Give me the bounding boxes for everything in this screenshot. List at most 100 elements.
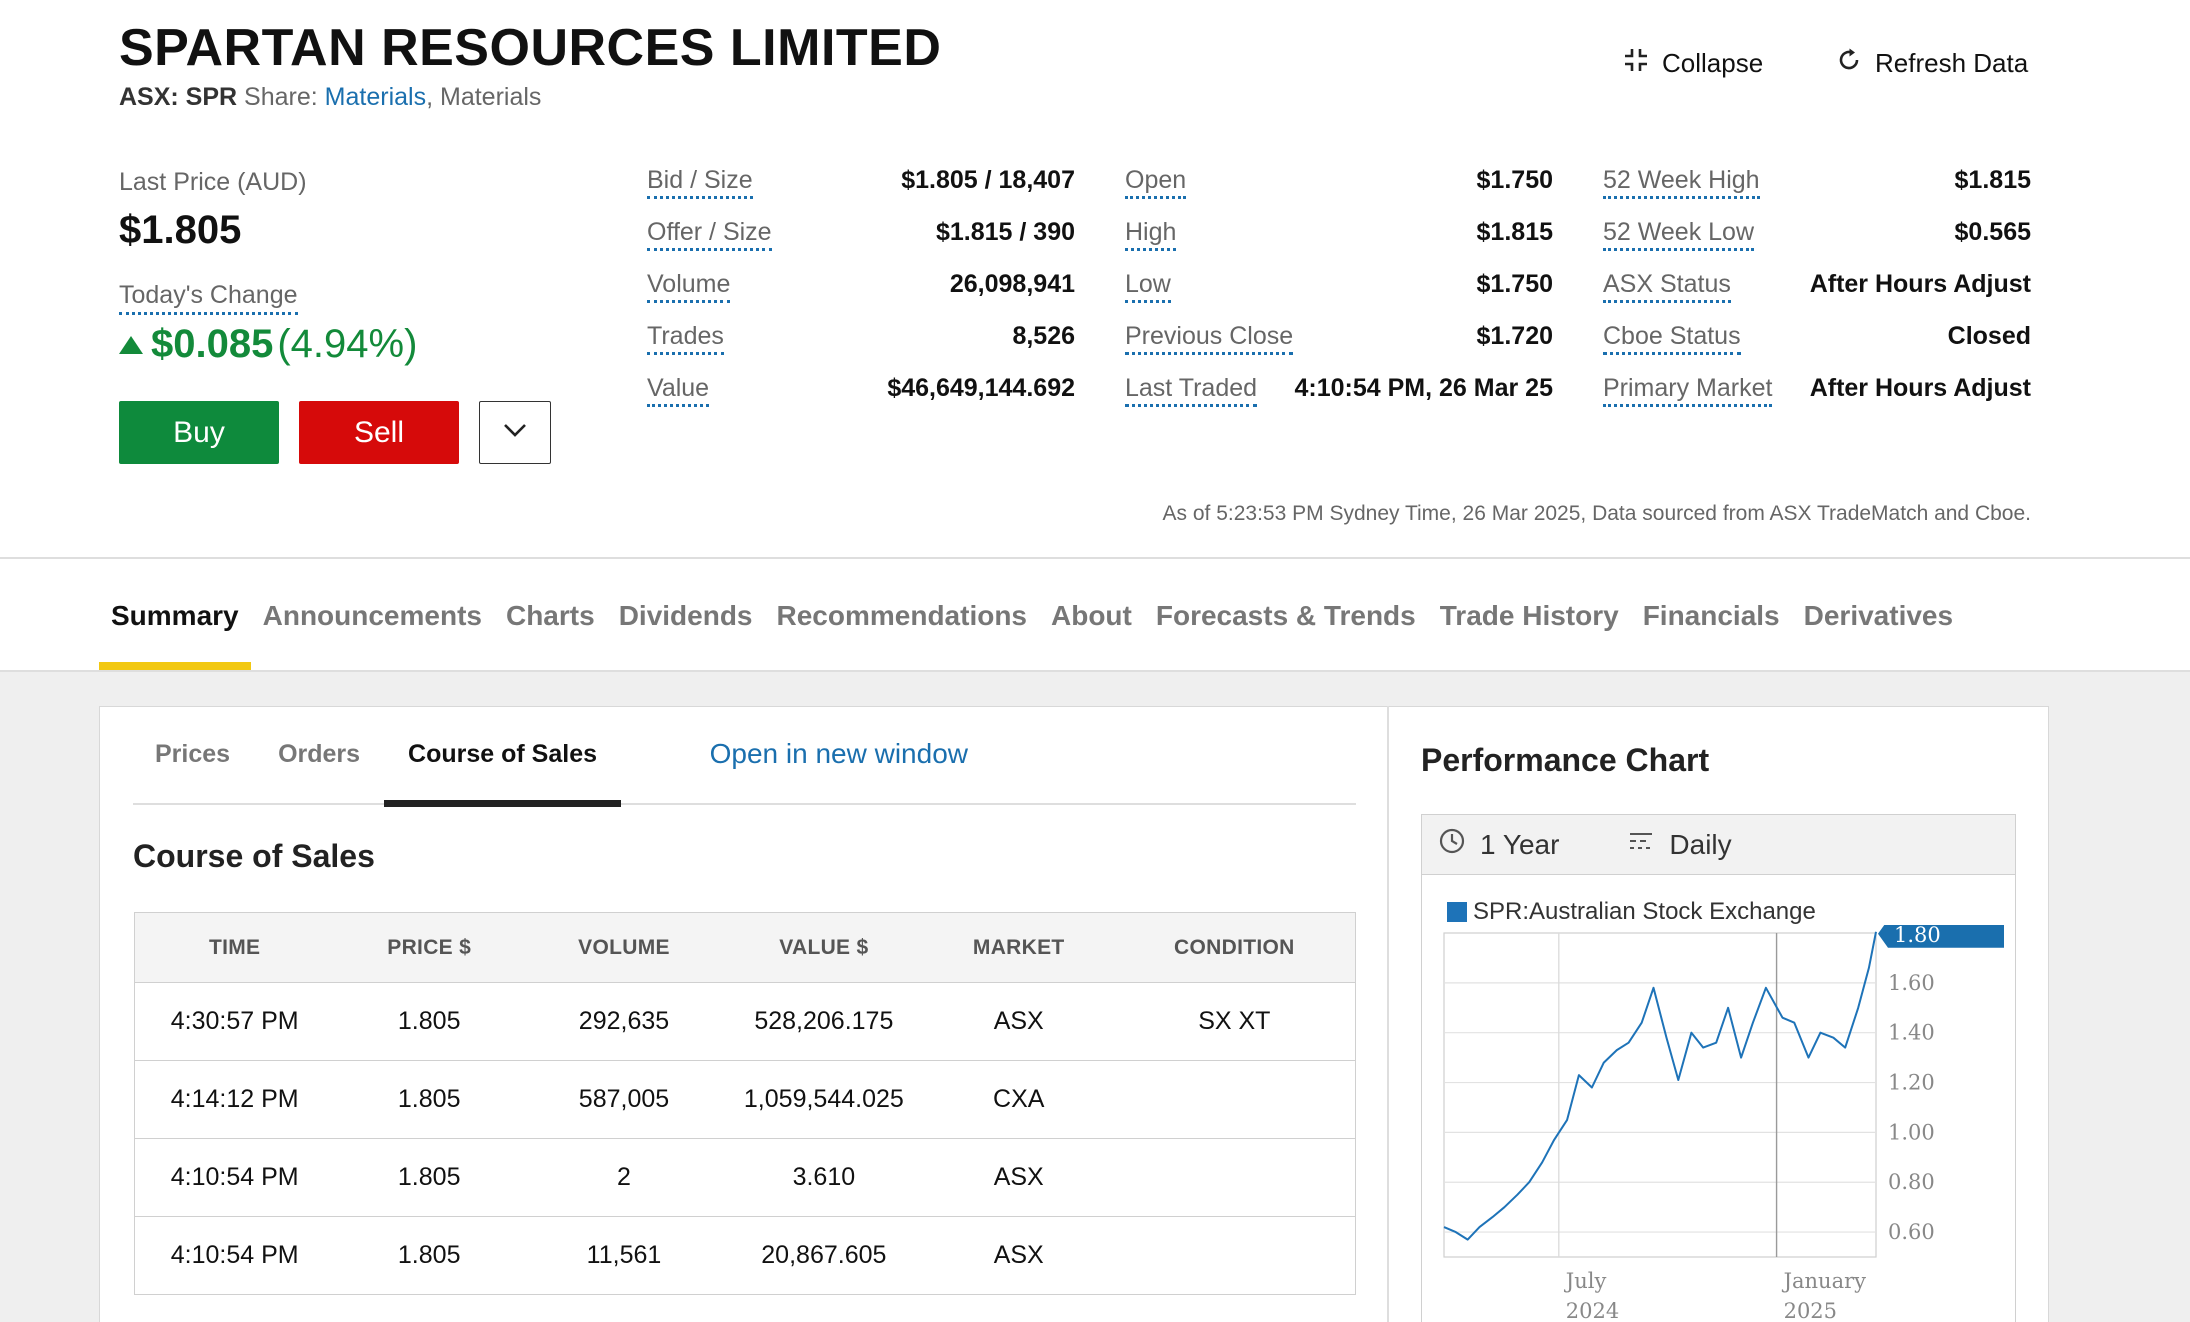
tab-derivatives[interactable]: Derivatives (1792, 580, 1965, 670)
stat-label[interactable]: Volume (647, 270, 731, 303)
x-tick-year: 2024 (1566, 1299, 1619, 1322)
cell-market: ASX (923, 982, 1114, 1061)
table-header-row: TIME PRICE $ VOLUME VALUE $ MARKET CONDI… (134, 912, 1356, 983)
stat-label[interactable]: Previous Close (1125, 322, 1294, 355)
y-tick-label: 0.80 (1888, 1170, 1935, 1194)
column-header-value[interactable]: VALUE $ (723, 912, 924, 983)
column-header-volume[interactable]: VOLUME (524, 912, 724, 983)
interval-icon (1627, 827, 1655, 862)
tab-financials[interactable]: Financials (1631, 580, 1792, 670)
tab-course-of-sales[interactable]: Course of Sales (384, 718, 621, 807)
stat-low: Low $1.750 (1125, 270, 1553, 322)
buy-button[interactable]: Buy (119, 401, 279, 464)
exchange-code: ASX: SPR (119, 83, 238, 111)
refresh-label: Refresh Data (1875, 48, 2029, 78)
stat-label[interactable]: Value (647, 374, 710, 407)
stat-label[interactable]: 52 Week High (1603, 166, 1760, 199)
table-row: 4:14:12 PM 1.805 587,005 1,059,544.025 C… (134, 1060, 1356, 1139)
column-header-condition[interactable]: CONDITION (1113, 912, 1356, 983)
performance-chart[interactable]: 0.60 0.80 1.00 1.20 1.40 1.60 July 2024 January 2… (1430, 925, 2010, 1322)
cell-market: ASX (923, 1216, 1114, 1295)
sell-button[interactable]: Sell (299, 401, 459, 464)
course-of-sales-heading: Course of Sales (133, 838, 375, 874)
stat-label[interactable]: High (1125, 218, 1177, 251)
stat-label[interactable]: Open (1125, 166, 1187, 199)
tab-trade-history[interactable]: Trade History (1428, 580, 1631, 670)
main-tab-bar: Summary Announcements Charts Dividends R… (99, 580, 1965, 670)
cell-time: 4:14:12 PM (134, 1060, 335, 1139)
stat-last-traded: Last Traded 4:10:54 PM, 26 Mar 25 (1125, 374, 1553, 426)
tab-about[interactable]: About (1039, 580, 1144, 670)
refresh-data-button[interactable]: Refresh Data (1835, 46, 2028, 81)
sector-text: Materials (440, 83, 542, 111)
tab-orders[interactable]: Orders (254, 718, 384, 805)
tab-dividends[interactable]: Dividends (607, 580, 765, 670)
column-header-time[interactable]: TIME (134, 912, 335, 983)
table-row: 4:10:54 PM 1.805 11,561 20,867.605 ASX (134, 1216, 1356, 1295)
chart-legend: SPR:Australian Stock Exchange (1447, 898, 1816, 926)
tab-prices[interactable]: Prices (133, 718, 254, 805)
sector-link[interactable]: Materials (325, 83, 426, 111)
table-row: 4:30:57 PM 1.805 292,635 528,206.175 ASX… (134, 982, 1356, 1061)
stat-value: 4:10:54 PM, 26 Mar 25 (1294, 374, 1553, 402)
more-actions-button[interactable] (479, 401, 551, 464)
stat-previous-close: Previous Close $1.720 (1125, 322, 1553, 374)
period-selector[interactable]: 1 Year (1438, 827, 1559, 862)
price-series-line (1443, 931, 1877, 1241)
chevron-down-icon (502, 422, 528, 443)
stat-52-week-high: 52 Week High $1.815 (1603, 166, 2031, 218)
todays-change-label[interactable]: Today's Change (119, 281, 298, 315)
chart-toolbar: 1 Year Daily (1422, 815, 2015, 875)
stat-offer-size: Offer / Size $1.815 / 390 (647, 218, 1075, 270)
cell-market: ASX (923, 1138, 1114, 1217)
cell-time: 4:10:54 PM (134, 1216, 335, 1295)
stat-value: $1.815 (1476, 218, 1553, 246)
stat-label[interactable]: Bid / Size (647, 166, 753, 199)
tab-charts[interactable]: Charts (494, 580, 607, 670)
change-percent: (4.94%) (277, 322, 418, 366)
column-header-price[interactable]: PRICE $ (334, 912, 525, 983)
cell-price: 1.805 (334, 1216, 525, 1295)
stat-value: 8,526 (1012, 322, 1075, 350)
stat-label[interactable]: 52 Week Low (1603, 218, 1755, 251)
stat-label[interactable]: Low (1125, 270, 1171, 303)
stat-label[interactable]: Trades (647, 322, 724, 355)
cell-price: 1.805 (334, 982, 525, 1061)
stat-label[interactable]: Offer / Size (647, 218, 772, 251)
cell-condition (1113, 1138, 1356, 1217)
stat-value: After Hours Adjust (1809, 374, 2031, 402)
stat-label[interactable]: Primary Market (1603, 374, 1773, 407)
tab-forecasts-trends[interactable]: Forecasts & Trends (1144, 580, 1428, 670)
stat-value: $46,649,144.692 (887, 374, 1075, 402)
tab-summary[interactable]: Summary (99, 580, 251, 670)
column-header-market[interactable]: MARKET (923, 912, 1114, 983)
cell-price: 1.805 (334, 1138, 525, 1217)
company-title: SPARTAN RESOURCES LIMITED (119, 19, 942, 77)
security-subline: ASX: SPR Share: Materials, Materials (119, 83, 541, 112)
last-price-label: Last Price (AUD) (119, 168, 307, 196)
stat-value: 26,098,941 (949, 270, 1075, 298)
collapse-icon (1622, 46, 1650, 81)
stat-value: After Hours Adjust (1809, 270, 2031, 298)
stat-label[interactable]: Last Traded (1125, 374, 1258, 407)
interval-selector[interactable]: Daily (1627, 827, 1732, 862)
tab-announcements[interactable]: Announcements (251, 580, 494, 670)
section-divider (0, 557, 2190, 559)
legend-swatch (1447, 902, 1467, 922)
collapse-button[interactable]: Collapse (1622, 46, 1763, 81)
cell-price: 1.805 (334, 1060, 525, 1139)
cell-value: 20,867.605 (723, 1216, 924, 1295)
stat-value: Closed (1947, 322, 2031, 350)
open-in-new-window-link[interactable]: Open in new window (710, 738, 968, 770)
stats-column-3: 52 Week High $1.815 52 Week Low $0.565 ASX… (1603, 166, 2031, 426)
stat-value: $1.805 / 18,407 (901, 166, 1075, 194)
panel-divider (1387, 706, 1389, 1322)
stat-label[interactable]: ASX Status (1603, 270, 1731, 303)
performance-chart-title: Performance Chart (1421, 742, 1710, 778)
x-tick-label: January (1782, 1269, 1867, 1293)
tab-recommendations[interactable]: Recommendations (765, 580, 1040, 670)
stat-label[interactable]: Cboe Status (1603, 322, 1741, 355)
cell-condition: SX XT (1113, 982, 1356, 1061)
cell-value: 3.610 (723, 1138, 924, 1217)
stat-high: High $1.815 (1125, 218, 1553, 270)
